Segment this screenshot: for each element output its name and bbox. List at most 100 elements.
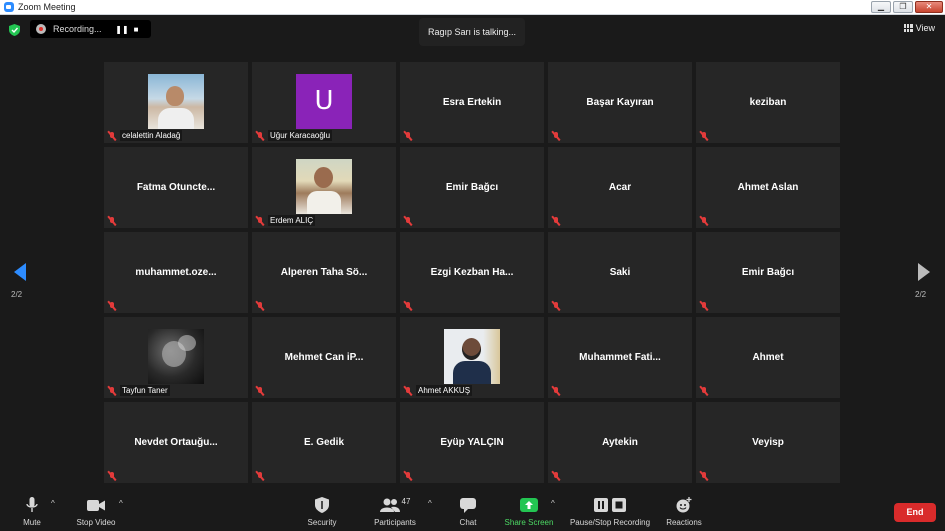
pause-recording-icon[interactable]: ❚❚: [115, 25, 129, 34]
view-grid-icon: [903, 24, 913, 32]
muted-microphone-icon: [699, 386, 709, 396]
security-label: Security: [307, 518, 337, 527]
stop-recording-icon[interactable]: ■: [129, 25, 143, 34]
participant-tile[interactable]: Eyüp YALÇIN: [400, 402, 544, 483]
participant-label: Ahmet AKKUŞ: [416, 385, 473, 396]
participant-tile[interactable]: Ezgi Kezban Ha...: [400, 232, 544, 313]
minimize-button[interactable]: ▁: [871, 1, 891, 13]
participant-tile[interactable]: Mehmet Can iP...: [252, 317, 396, 398]
tile-footer: [403, 130, 413, 141]
tile-footer: Ahmet AKKUŞ: [403, 385, 473, 396]
participant-tile[interactable]: keziban: [696, 62, 840, 143]
tile-footer: [551, 470, 561, 481]
participant-name: Eyüp YALÇIN: [440, 437, 504, 448]
participant-label: Erdem ALIÇ: [268, 215, 316, 226]
meeting-toolbar: Mute ^ Stop Video ^ Security 47 Particip…: [0, 490, 945, 531]
participant-name: keziban: [749, 97, 787, 108]
smiley-icon: [676, 496, 692, 514]
muted-microphone-icon: [255, 216, 265, 226]
participant-name: Acar: [608, 182, 632, 193]
tile-footer: Uğur Karacaoğlu: [255, 130, 333, 141]
participant-tile[interactable]: Ahmet: [696, 317, 840, 398]
page-indicator-left: 2/2: [11, 290, 23, 299]
participant-tile[interactable]: Emir Bağcı: [696, 232, 840, 313]
window-title: Zoom Meeting: [18, 2, 76, 12]
participant-avatar: U: [296, 74, 352, 129]
participant-tile[interactable]: celalettin Aladağ: [104, 62, 248, 143]
muted-microphone-icon: [551, 131, 561, 141]
audio-options-caret-icon[interactable]: ^: [51, 499, 55, 508]
tile-footer: [699, 470, 709, 481]
muted-microphone-icon: [255, 471, 265, 481]
next-page-arrow-icon[interactable]: [918, 263, 930, 281]
share-screen-icon: [520, 496, 538, 514]
restore-button[interactable]: ❐: [893, 1, 913, 13]
participant-tile[interactable]: Fatma Otuncte...: [104, 147, 248, 228]
pause-stop-recording-button[interactable]: Pause/Stop Recording: [567, 490, 653, 531]
share-screen-label: Share Screen: [504, 518, 554, 527]
previous-page-control[interactable]: 2/2: [11, 263, 31, 299]
previous-page-arrow-icon[interactable]: [14, 263, 26, 281]
participant-tile[interactable]: muhammet.oze...: [104, 232, 248, 313]
muted-microphone-icon: [551, 471, 561, 481]
mute-label: Mute: [23, 518, 41, 527]
tile-footer: [699, 130, 709, 141]
participant-tile[interactable]: Aytekin: [548, 402, 692, 483]
participants-icon: 47: [379, 496, 410, 514]
participant-tile[interactable]: Tayfun Taner: [104, 317, 248, 398]
participant-tile[interactable]: Esra Ertekin: [400, 62, 544, 143]
participant-name: muhammet.oze...: [135, 267, 217, 278]
muted-microphone-icon: [107, 386, 117, 396]
participant-tile[interactable]: Nevdet Ortauğu...: [104, 402, 248, 483]
chat-label: Chat: [459, 518, 477, 527]
participant-tile[interactable]: Alperen Taha Sö...: [252, 232, 396, 313]
muted-microphone-icon: [255, 131, 265, 141]
participant-tile[interactable]: Muhammet Fati...: [548, 317, 692, 398]
participant-tile[interactable]: Acar: [548, 147, 692, 228]
mute-button[interactable]: Mute: [18, 490, 46, 531]
participant-tile[interactable]: Başar Kayıran: [548, 62, 692, 143]
muted-microphone-icon: [699, 301, 709, 311]
participant-name: Ahmet Aslan: [737, 182, 799, 193]
participants-label: Participants: [374, 518, 416, 527]
close-window-button[interactable]: ✕: [915, 1, 943, 13]
share-options-caret-icon[interactable]: ^: [551, 499, 555, 508]
reactions-button[interactable]: Reactions: [664, 490, 704, 531]
muted-microphone-icon: [255, 301, 265, 311]
participant-video: [148, 74, 204, 129]
participant-tile[interactable]: Ahmet AKKUŞ: [400, 317, 544, 398]
chat-button[interactable]: Chat: [456, 490, 480, 531]
tile-footer: [699, 385, 709, 396]
participants-options-caret-icon[interactable]: ^: [428, 499, 432, 508]
end-meeting-button[interactable]: End: [894, 503, 936, 522]
next-page-control[interactable]: 2/2: [915, 263, 935, 299]
microphone-icon: [26, 496, 38, 514]
tile-footer: Erdem ALIÇ: [255, 215, 316, 226]
participant-tile[interactable]: Emir Bağcı: [400, 147, 544, 228]
participant-tile[interactable]: Erdem ALIÇ: [252, 147, 396, 228]
tile-footer: [107, 215, 117, 226]
tile-footer: [551, 130, 561, 141]
window-title-bar: Zoom Meeting ▁ ❐ ✕: [0, 0, 945, 15]
tile-footer: [551, 300, 561, 311]
muted-microphone-icon: [107, 471, 117, 481]
muted-microphone-icon: [107, 301, 117, 311]
video-camera-icon: [87, 496, 105, 514]
muted-microphone-icon: [403, 471, 413, 481]
participant-video: [148, 329, 204, 384]
security-button[interactable]: Security: [305, 490, 339, 531]
tile-footer: [551, 385, 561, 396]
participant-tile[interactable]: Ahmet Aslan: [696, 147, 840, 228]
participant-tile[interactable]: U Uğur Karacaoğlu: [252, 62, 396, 143]
participants-button[interactable]: 47 Participants: [371, 490, 419, 531]
participant-tile[interactable]: Saki: [548, 232, 692, 313]
participant-tile[interactable]: E. Gedik: [252, 402, 396, 483]
encryption-shield-icon[interactable]: [9, 24, 20, 36]
share-screen-button[interactable]: Share Screen: [503, 490, 555, 531]
participant-tile[interactable]: Veyisp: [696, 402, 840, 483]
participant-name: Başar Kayıran: [586, 97, 654, 108]
video-options-caret-icon[interactable]: ^: [119, 499, 123, 508]
muted-microphone-icon: [403, 131, 413, 141]
stop-video-button[interactable]: Stop Video: [74, 490, 118, 531]
view-button[interactable]: View: [903, 23, 935, 33]
